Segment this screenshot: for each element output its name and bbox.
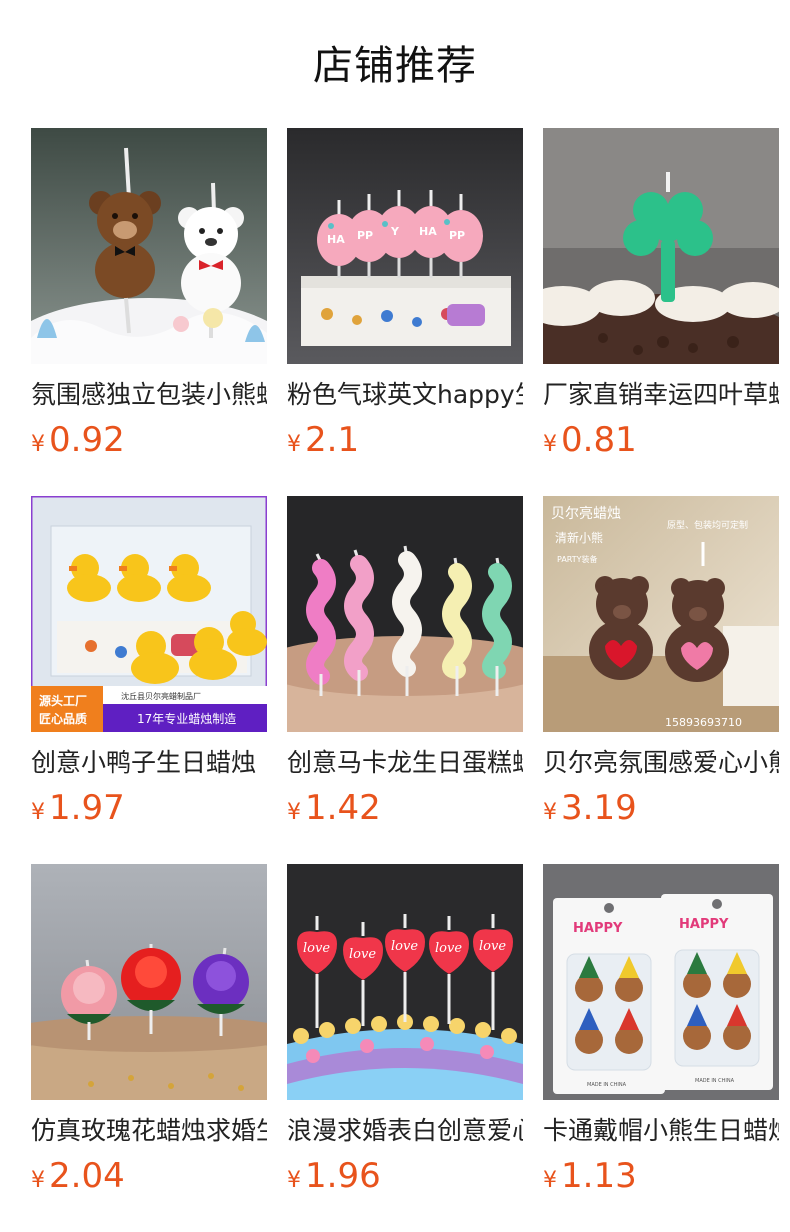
currency-symbol: ¥ bbox=[31, 432, 45, 457]
phone-text: 15893693710 bbox=[665, 716, 742, 729]
product-name[interactable]: 浪漫求婚表白创意爱心蜡烛 bbox=[287, 1114, 523, 1148]
price-value: 2.1 bbox=[305, 420, 360, 460]
svg-text:love: love bbox=[435, 941, 462, 956]
product-image-macaron-candles[interactable] bbox=[287, 496, 523, 732]
love-heart-candles-image: love love love love love bbox=[287, 864, 523, 1100]
product-price: ¥1.13 bbox=[543, 1156, 779, 1196]
svg-text:love: love bbox=[479, 939, 506, 954]
svg-text:PP: PP bbox=[357, 229, 373, 242]
svg-text:Y: Y bbox=[390, 225, 400, 238]
banner-top-text: 沈丘县贝尔亮蜡制品厂 bbox=[121, 691, 201, 701]
recommend-page: 店铺推荐 氛围感独立包装小熊 ¥ 0.92 HA PP Y HA PP 粉色气球… bbox=[0, 0, 790, 1232]
product-price: ¥1.42 bbox=[287, 788, 523, 828]
made-in-text-2: MADE IN CHINA bbox=[695, 1078, 735, 1084]
currency-symbol: ¥ bbox=[543, 432, 557, 457]
currency-symbol: ¥ bbox=[287, 432, 301, 457]
product-card[interactable]: HA PP Y HA PP 粉色气球英文happy ¥ 2.1 bbox=[287, 128, 523, 496]
product-image-duck-candles[interactable]: 源头工厂 匠心品质 沈丘县贝尔亮蜡制品厂 17年专业蜡烛制造 bbox=[31, 496, 267, 732]
corner-note-text: 原型、包装均可定制 bbox=[667, 519, 748, 531]
product-image-balloon-candles[interactable]: HA PP Y HA PP bbox=[287, 128, 523, 364]
product-name[interactable]: 创意小鸭子生日蜡烛 bbox=[31, 746, 267, 780]
product-price: ¥1.97 bbox=[31, 788, 267, 828]
badge-line1-text: 源头工厂 bbox=[39, 693, 87, 708]
bear-candles-image bbox=[31, 128, 267, 364]
product-name[interactable]: 粉色气球英文happy生日蜡烛 bbox=[287, 378, 523, 412]
svg-text:HA: HA bbox=[419, 225, 437, 238]
product-price: ¥3.19 bbox=[543, 788, 779, 828]
price-value: 2.04 bbox=[49, 1156, 125, 1196]
product-name[interactable]: 卡通戴帽小熊生日蜡烛 bbox=[543, 1114, 779, 1148]
product-price: ¥1.96 bbox=[287, 1156, 523, 1196]
product-image-love-candles[interactable]: love love love love love bbox=[287, 864, 523, 1100]
rose-candles-image bbox=[31, 864, 267, 1100]
product-grid: 氛围感独立包装小熊蜡烛 ¥0.92 bbox=[31, 128, 779, 1232]
product-image-rose-candles[interactable] bbox=[31, 864, 267, 1100]
sub-text: 清新小熊 bbox=[555, 530, 603, 545]
product-card[interactable]: love love love love love 浪漫求婚表白创意爱 ¥ 1.9… bbox=[287, 864, 523, 1232]
party-hat-bear-candles-image: HAPPY MADE IN CHINA HAPPY MADE IN CHINA bbox=[543, 864, 779, 1100]
product-card[interactable]: 厂家直销幸运四叶草蜡烛 ¥0.81 bbox=[543, 128, 779, 496]
section-title: 店铺推荐 bbox=[313, 43, 477, 89]
product-image-bear-candles[interactable] bbox=[31, 128, 267, 364]
svg-text:love: love bbox=[391, 939, 418, 954]
pack-label-text-2: HAPPY bbox=[679, 917, 729, 932]
svg-text:love: love bbox=[303, 941, 330, 956]
price-value: 1.96 bbox=[305, 1156, 381, 1196]
product-image-party-hat-bears[interactable]: HAPPY MADE IN CHINA HAPPY MADE IN CHINA bbox=[543, 864, 779, 1100]
currency-symbol: ¥ bbox=[543, 800, 557, 825]
product-card[interactable]: 源头工厂 匠心品质 沈丘县贝尔亮蜡制品厂 17年专业蜡烛制造 创意小鸭子生日蜡烛… bbox=[31, 496, 267, 864]
product-image-clover-candle[interactable] bbox=[543, 128, 779, 364]
product-card[interactable]: 氛围感独立包装小熊蜡烛 ¥0.92 bbox=[31, 128, 267, 496]
macaron-wave-candles-image bbox=[287, 496, 523, 732]
product-name[interactable]: 氛围感独立包装小熊蜡烛 bbox=[31, 378, 267, 412]
product-price: ¥2.1 bbox=[287, 420, 523, 460]
product-name[interactable]: 仿真玫瑰花蜡烛求婚生日 bbox=[31, 1114, 267, 1148]
currency-symbol: ¥ bbox=[287, 1168, 301, 1193]
product-price: ¥0.92 bbox=[31, 420, 267, 460]
made-in-text-1: MADE IN CHINA bbox=[587, 1082, 627, 1088]
price-value: 1.97 bbox=[49, 788, 125, 828]
currency-symbol: ¥ bbox=[31, 1168, 45, 1193]
product-card[interactable]: HAPPY MADE IN CHINA HAPPY MADE IN CHINA … bbox=[543, 864, 779, 1232]
tag-text: PARTY装备 bbox=[557, 554, 598, 564]
product-price: ¥0.81 bbox=[543, 420, 779, 460]
price-value: 0.92 bbox=[49, 420, 125, 460]
currency-symbol: ¥ bbox=[31, 800, 45, 825]
pink-balloon-candles-image: HA PP Y HA PP bbox=[287, 128, 523, 364]
badge-line2-text: 匠心品质 bbox=[39, 711, 87, 726]
price-value: 3.19 bbox=[561, 788, 637, 828]
product-image-heart-bear-candles[interactable]: 贝尔亮蜡烛 清新小熊 PARTY装备 原型、包装均可定制 15893693710 bbox=[543, 496, 779, 732]
brand-text: 贝尔亮蜡烛 bbox=[551, 505, 621, 522]
product-name[interactable]: 创意马卡龙生日蛋糕蜡烛 bbox=[287, 746, 523, 780]
yellow-duck-candles-image: 源头工厂 匠心品质 沈丘县贝尔亮蜡制品厂 17年专业蜡烛制造 bbox=[31, 496, 267, 732]
green-clover-candle-image bbox=[543, 128, 779, 364]
pack-label-text: HAPPY bbox=[573, 921, 623, 936]
currency-symbol: ¥ bbox=[287, 800, 301, 825]
banner-main-text: 17年专业蜡烛制造 bbox=[137, 711, 236, 726]
price-value: 0.81 bbox=[561, 420, 637, 460]
product-card[interactable]: 贝尔亮蜡烛 清新小熊 PARTY装备 原型、包装均可定制 15893693710… bbox=[543, 496, 779, 864]
svg-text:HA: HA bbox=[327, 233, 345, 246]
currency-symbol: ¥ bbox=[543, 1168, 557, 1193]
price-value: 1.42 bbox=[305, 788, 381, 828]
product-card[interactable]: 创意马卡龙生日蛋糕蜡烛 ¥1.42 bbox=[287, 496, 523, 864]
price-value: 1.13 bbox=[561, 1156, 637, 1196]
product-name[interactable]: 贝尔亮氛围感爱心小熊蜡烛 bbox=[543, 746, 779, 780]
svg-text:PP: PP bbox=[449, 229, 465, 242]
heart-bear-candles-image: 贝尔亮蜡烛 清新小熊 PARTY装备 原型、包装均可定制 15893693710 bbox=[543, 496, 779, 732]
product-card[interactable]: 仿真玫瑰花蜡烛求婚生日 ¥2.04 bbox=[31, 864, 267, 1232]
product-name[interactable]: 厂家直销幸运四叶草蜡烛 bbox=[543, 378, 779, 412]
svg-text:love: love bbox=[349, 947, 376, 962]
product-price: ¥2.04 bbox=[31, 1156, 267, 1196]
